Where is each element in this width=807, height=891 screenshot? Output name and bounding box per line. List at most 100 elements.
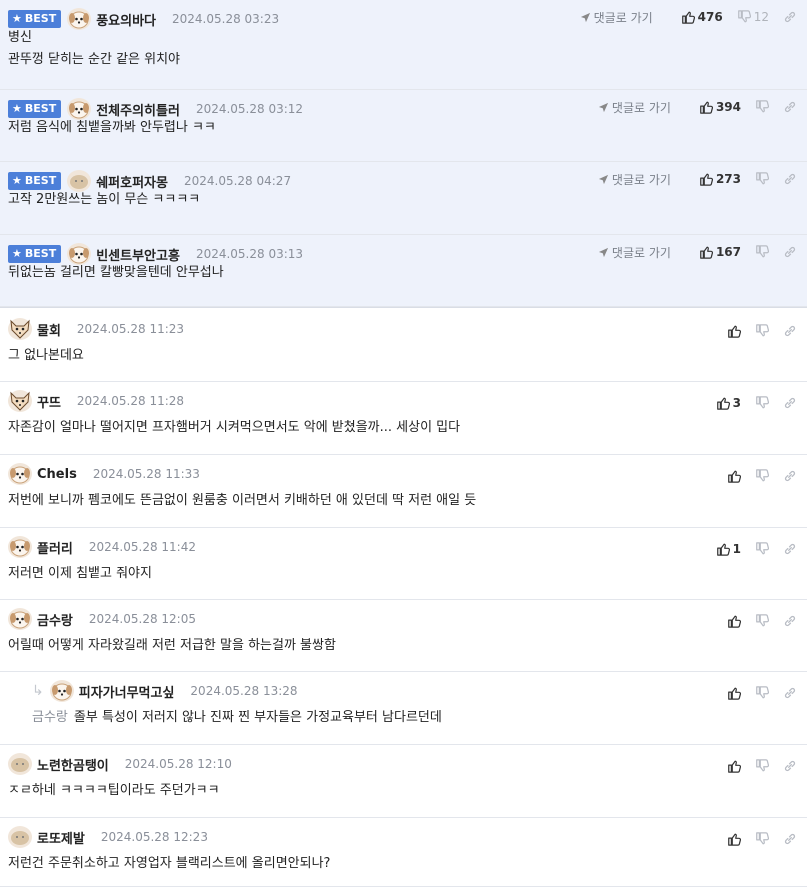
copy-link-button[interactable] (783, 245, 797, 259)
thumbs-down-icon (755, 469, 769, 483)
copy-link-button[interactable] (783, 686, 797, 700)
dislike-button[interactable] (755, 542, 769, 556)
comment: 노련한곰탱이 2024.05.28 12:10 ㅈㄹ하네 ㅋㅋㅋㅋ팁이라도 주던가ㅋ… (0, 745, 807, 818)
comment-line: 금수랑 졸부 특성이 저러지 않나 진짜 찐 부자들은 가정교육부터 남다르던데 (32, 710, 442, 725)
like-count: 167 (715, 245, 741, 259)
arrow-icon (580, 12, 594, 23)
timestamp: 2024.05.28 12:05 (88, 612, 196, 626)
avatar[interactable] (8, 318, 32, 340)
goto-comment-link[interactable]: 댓글로 가기 (598, 244, 671, 261)
like-button[interactable]: 394 (699, 100, 741, 114)
comment: Chels 2024.05.28 11:33 저번에 보니까 펨코에도 뜬금없이 원… (0, 455, 807, 528)
thumbs-up-icon (699, 245, 713, 259)
nickname[interactable]: 전체주의히틀러 (96, 100, 180, 119)
dislike-button[interactable] (755, 832, 769, 846)
thumbs-down-icon (755, 245, 769, 259)
nickname[interactable]: 빈센트부안고흥 (96, 245, 180, 264)
avatar[interactable] (49, 680, 74, 702)
copy-link-button[interactable] (783, 614, 797, 628)
copy-link-button[interactable] (783, 172, 797, 186)
avatar[interactable] (8, 608, 32, 630)
dislike-button[interactable] (755, 396, 769, 410)
copy-link-button[interactable] (783, 469, 797, 483)
dislike-button[interactable]: 12 (737, 10, 769, 24)
nickname[interactable]: 물회 (37, 320, 61, 339)
avatar[interactable] (8, 753, 32, 775)
nickname[interactable]: 금수랑 (37, 610, 73, 629)
link-icon (783, 396, 797, 410)
nickname[interactable]: 풍요의바다 (96, 10, 156, 29)
comment-line: 자존감이 얼마나 떨어지면 프자햄버거 시켜먹으면서도 악에 받쳤을까... 세… (8, 420, 461, 435)
comment-line: 어릴때 어떻게 자라왔길래 저런 저급한 말을 하는걸까 불쌍함 (8, 638, 336, 653)
avatar[interactable] (8, 536, 32, 558)
dislike-button[interactable] (755, 172, 769, 186)
nickname[interactable]: 쉐퍼호퍼자몽 (96, 172, 168, 191)
link-icon (783, 172, 797, 186)
copy-link-button[interactable] (783, 542, 797, 556)
like-button[interactable] (727, 832, 741, 846)
comment-actions: 댓글로 가기 167 (598, 244, 797, 260)
like-button[interactable] (727, 759, 741, 773)
timestamp: 2024.05.28 11:33 (92, 467, 200, 481)
like-button[interactable] (727, 324, 741, 338)
comment-actions (727, 323, 797, 339)
copy-link-button[interactable] (783, 832, 797, 846)
nickname[interactable]: Chels (37, 467, 77, 482)
copy-link-button[interactable] (783, 10, 797, 24)
thumbs-up-icon (699, 172, 713, 186)
link-icon (783, 759, 797, 773)
dislike-button[interactable] (755, 245, 769, 259)
comment: 플러리 2024.05.28 11:42 1 저러면 이제 침뱉고 줘야지 (0, 528, 807, 600)
comment-text: 저러면 이제 침뱉고 줘야지 (8, 563, 152, 585)
dislike-button[interactable] (755, 324, 769, 338)
comment-actions: 댓글로 가기 476 12 (580, 9, 797, 25)
comment-line: 저번에 보니까 펨코에도 뜬금없이 원룸충 이러면서 키배하던 애 있던데 딱 … (8, 493, 477, 508)
like-button[interactable]: 3 (716, 396, 741, 410)
dislike-button[interactable] (755, 469, 769, 483)
thumbs-down-icon (755, 396, 769, 410)
avatar[interactable] (8, 826, 32, 848)
like-button[interactable]: 273 (699, 172, 741, 186)
like-button[interactable] (727, 469, 741, 483)
copy-link-button[interactable] (783, 100, 797, 114)
copy-link-button[interactable] (783, 759, 797, 773)
star-icon: ★ (12, 102, 22, 115)
comment-line: 고작 2만원쓰는 놈이 무슨 ㅋㅋㅋㅋ (8, 192, 201, 207)
copy-link-button[interactable] (783, 396, 797, 410)
like-button[interactable] (727, 614, 741, 628)
copy-link-button[interactable] (783, 324, 797, 338)
avatar[interactable] (8, 463, 32, 485)
mention[interactable]: 금수랑 (32, 710, 68, 725)
star-icon: ★ (12, 174, 22, 187)
nickname[interactable]: 꾸뜨 (37, 392, 61, 411)
dislike-button[interactable] (755, 100, 769, 114)
goto-comment-link[interactable]: 댓글로 가기 (580, 9, 653, 26)
like-count: 476 (697, 10, 723, 24)
like-button[interactable]: 167 (699, 245, 741, 259)
link-icon (783, 832, 797, 846)
comment-line: 저런건 주문취소하고 자영업자 블랙리스트에 올리면안되나? (8, 856, 331, 871)
comment-header: ↳ 피자가너무먹고싶 2024.05.28 13:28 (32, 680, 298, 702)
like-button[interactable]: 1 (716, 542, 741, 556)
avatar[interactable] (8, 390, 32, 412)
comment-text: 뒤없는놈 걸리면 칼빵맞을텐데 안무섭나 (8, 262, 224, 284)
star-icon: ★ (12, 12, 22, 25)
timestamp: 2024.05.28 03:23 (172, 12, 280, 26)
nickname[interactable]: 플러리 (37, 538, 73, 557)
nickname[interactable]: 로또제발 (37, 828, 85, 847)
like-button[interactable] (727, 686, 741, 700)
dislike-button[interactable] (755, 614, 769, 628)
like-button[interactable]: 476 (681, 10, 723, 24)
comment-line: 저러면 이제 침뱉고 줘야지 (8, 566, 152, 581)
nickname[interactable]: 피자가너무먹고싶 (79, 682, 175, 701)
goto-comment-link[interactable]: 댓글로 가기 (598, 99, 671, 116)
nickname[interactable]: 노련한곰탱이 (37, 755, 109, 774)
dislike-button[interactable] (755, 686, 769, 700)
goto-comment-link[interactable]: 댓글로 가기 (598, 171, 671, 188)
dislike-button[interactable] (755, 759, 769, 773)
thumbs-down-icon (755, 100, 769, 114)
best-comment: ★ BEST 전체주의히틀러 2024.05.28 03:12 댓글로 가기 394 저럼 … (0, 90, 807, 162)
link-icon (783, 469, 797, 483)
like-count: 3 (732, 396, 741, 410)
like-count: 394 (715, 100, 741, 114)
